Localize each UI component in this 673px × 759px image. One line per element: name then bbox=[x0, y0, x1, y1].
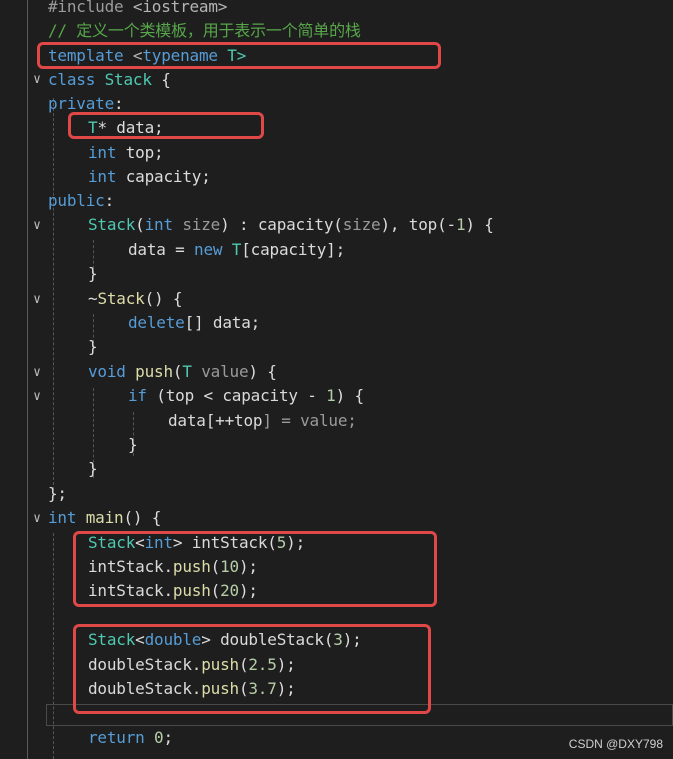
gutter-separator bbox=[27, 0, 28, 759]
highlight-box-int-stack bbox=[73, 531, 437, 607]
code-line-11[interactable]: data = new T[capacity]; bbox=[128, 238, 345, 262]
fold-destructor-icon[interactable]: ∨ bbox=[30, 293, 44, 307]
code-line-19[interactable]: } bbox=[128, 433, 138, 457]
code-line-22[interactable]: int main() { bbox=[48, 506, 161, 530]
fold-constructor-icon[interactable]: ∨ bbox=[30, 219, 44, 233]
highlight-box-double-stack bbox=[73, 624, 431, 714]
code-line-16[interactable]: void push(T value) { bbox=[88, 360, 277, 384]
code-line-17[interactable]: if (top < capacity - 1) { bbox=[128, 384, 364, 408]
code-line-9[interactable]: public: bbox=[48, 189, 114, 213]
code-line-14[interactable]: delete[] data; bbox=[128, 311, 260, 335]
code-line-13[interactable]: ~Stack() { bbox=[88, 287, 183, 311]
highlight-box-template bbox=[37, 42, 441, 69]
watermark: CSDN @DXY798 bbox=[568, 737, 663, 751]
code-line-1[interactable]: #include <iostream> bbox=[48, 0, 227, 19]
code-line-21[interactable]: }; bbox=[48, 482, 67, 506]
line-gutter bbox=[0, 0, 26, 759]
fold-class-icon[interactable]: ∨ bbox=[30, 73, 44, 87]
fold-if-icon[interactable]: ∨ bbox=[30, 390, 44, 404]
code-line-8[interactable]: int capacity; bbox=[88, 165, 211, 189]
fold-push-icon[interactable]: ∨ bbox=[30, 366, 44, 380]
code-line-4[interactable]: class Stack { bbox=[48, 68, 171, 92]
code-line-15[interactable]: } bbox=[88, 335, 98, 359]
indent-guide bbox=[53, 98, 54, 490]
code-line-7[interactable]: int top; bbox=[88, 141, 164, 165]
code-line-20[interactable]: } bbox=[88, 457, 98, 481]
highlight-box-data-member bbox=[68, 112, 264, 139]
code-line-2[interactable]: // 定义一个类模板，用于表示一个简单的栈 bbox=[48, 19, 361, 43]
code-line-12[interactable]: } bbox=[88, 262, 98, 286]
code-line-31[interactable]: return 0; bbox=[88, 726, 173, 750]
code-line-18[interactable]: data[++top] = value; bbox=[168, 409, 357, 433]
code-line-10[interactable]: Stack(int size) : capacity(size), top(-1… bbox=[88, 213, 494, 237]
fold-main-icon[interactable]: ∨ bbox=[30, 512, 44, 526]
